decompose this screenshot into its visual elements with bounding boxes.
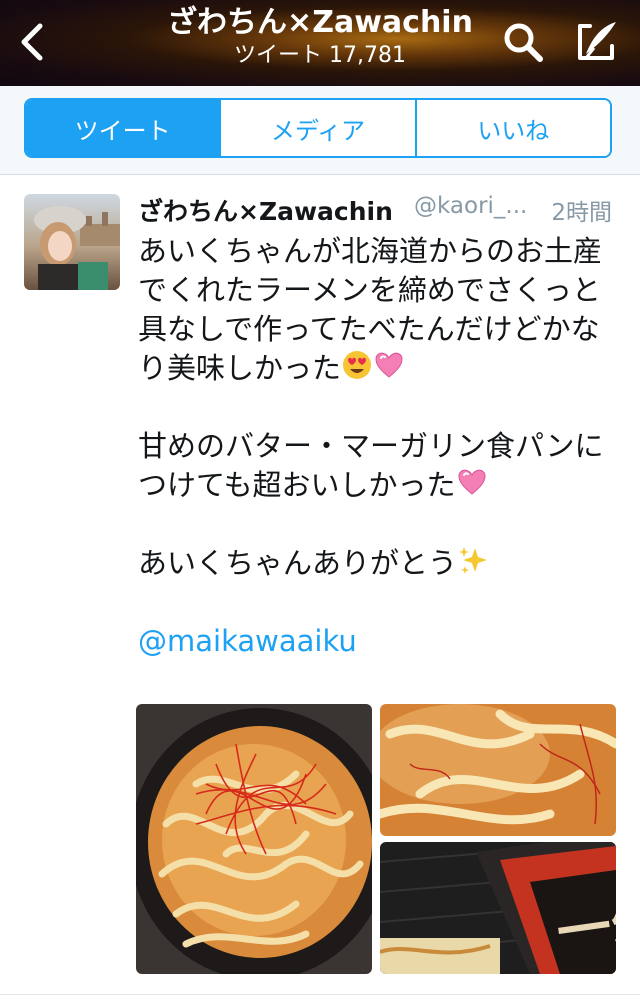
tweet-line: つけても超おいしかった	[138, 468, 456, 502]
tweet-line: 具なしで作ってたべたんだけどかな	[138, 312, 600, 346]
tweet-timestamp: 2時間	[551, 200, 612, 226]
profile-tab-bar: ツイート メディア いいね	[0, 86, 640, 175]
profile-header: ざわちん×Zawachin ツイート 17,781	[0, 0, 640, 86]
pink-heart-emoji	[373, 349, 405, 391]
pink-heart-emoji	[456, 466, 488, 508]
heart-eyes-emoji	[341, 349, 373, 391]
mention-link[interactable]: @maikawaaiku	[138, 622, 618, 661]
segmented-control: ツイート メディア いいね	[24, 98, 612, 158]
compose-icon	[578, 22, 616, 60]
tab-tweets[interactable]: ツイート	[26, 100, 220, 156]
author-name[interactable]: ざわちん×Zawachin	[138, 192, 393, 228]
tweet-photo-ramen-bowl[interactable]	[136, 704, 372, 974]
tweet-photo-ramen-package[interactable]: 一幻	[380, 842, 616, 974]
search-icon	[504, 23, 543, 62]
tab-likes[interactable]: いいね	[414, 100, 610, 156]
tweet-line-4: り美味しかった	[138, 349, 618, 388]
compose-button[interactable]	[572, 18, 622, 66]
search-button[interactable]	[500, 20, 548, 64]
tweet-line: あいくちゃんありがとう	[138, 546, 458, 580]
author-handle[interactable]: @kaori_...	[414, 193, 527, 219]
tab-media[interactable]: メディア	[219, 100, 415, 156]
tweet-line-7: つけても超おいしかった	[138, 466, 618, 505]
sparkles-emoji	[457, 544, 489, 586]
tweet-line-9: あいくちゃんありがとう	[138, 544, 618, 583]
avatar[interactable]	[24, 194, 120, 290]
tweet-line: 甘めのバター・マーガリン食パンに	[138, 429, 604, 463]
tweet-line: り美味しかった	[138, 351, 342, 385]
tweet-header: ざわちん×Zawachin @kaori_... 2時間	[138, 192, 618, 228]
tweet-line: あいくちゃんが北海道からのお土産	[138, 234, 603, 268]
tweet-line: でくれたラーメンを締めでさくっと	[138, 273, 601, 307]
tweet-photo-noodles-closeup[interactable]	[380, 704, 616, 836]
tweet-body: あいくちゃんが北海道からのお土産 でくれたラーメンを締めでさくっと 具なしで作っ…	[138, 232, 618, 661]
tweet-divider	[0, 994, 640, 995]
